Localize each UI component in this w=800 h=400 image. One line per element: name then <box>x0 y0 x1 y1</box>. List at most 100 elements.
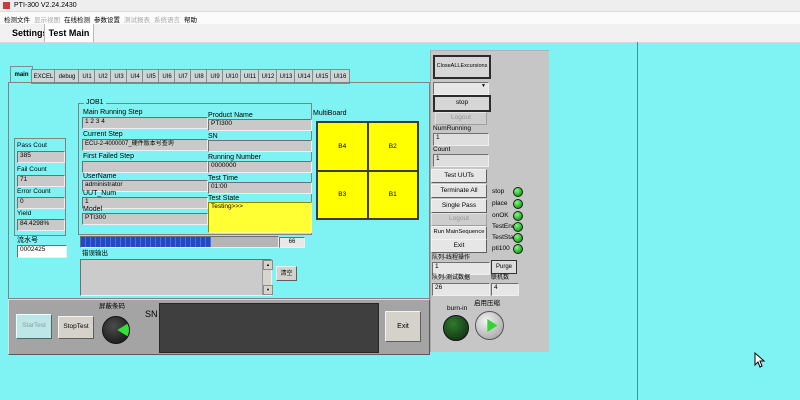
username-label: UserName <box>83 173 116 180</box>
error-output-label: 错误输出 <box>82 251 108 258</box>
queue-data-value: 26 <box>432 283 490 296</box>
compress-label: 启用压缩 <box>474 301 500 308</box>
queue-op-label: 队列-线程操作 <box>432 255 470 261</box>
pass-count-value: 385 <box>17 151 65 163</box>
error-output-list[interactable]: ▲ ▼ <box>80 259 272 296</box>
menu-item-help[interactable]: 帮助 <box>184 14 197 24</box>
play-icon <box>476 312 503 339</box>
single-pass-button[interactable]: Single Pass <box>431 199 487 213</box>
status-testend-led <box>513 222 523 232</box>
exit-sequence-button[interactable]: Exit <box>431 239 487 253</box>
board-cell-b3[interactable]: B3 <box>317 171 368 220</box>
mask-barcode-led[interactable] <box>102 316 130 344</box>
serial-input[interactable]: 0002425 <box>17 245 67 258</box>
status-testend-label: TestEnd <box>492 224 516 231</box>
online-count-value: 4 <box>491 283 519 296</box>
purge-button[interactable]: Purge <box>491 260 517 274</box>
menu-item-sys-lang[interactable]: 系统语言 <box>154 14 180 24</box>
mode-dropdown[interactable]: ▼ <box>433 82 489 95</box>
count-value: 1 <box>433 154 489 167</box>
start-test-button[interactable]: StarTest <box>16 314 52 339</box>
test-time-label: Test Time <box>208 175 238 182</box>
title-bar: PTI-300 V2.24.2430 <box>0 0 800 12</box>
tab-main[interactable]: main <box>10 66 33 83</box>
scrollbar[interactable]: ▲ ▼ <box>262 260 271 295</box>
stop-test-button[interactable]: StopTest <box>58 316 94 339</box>
test-uuts-button[interactable]: Test UUTs <box>431 169 487 183</box>
model-label: Model <box>83 206 102 213</box>
sn-field-value[interactable] <box>208 140 312 152</box>
error-count-label: Error Count <box>17 189 51 196</box>
first-failed-step-label: First Failed Step <box>83 153 134 160</box>
running-number-label: Running Number <box>208 154 261 161</box>
board-cell-b4[interactable]: B4 <box>317 122 368 171</box>
main-running-step-value: 1 2 3 4 <box>82 117 208 129</box>
error-count-value: 0 <box>17 197 65 209</box>
queue-data-label: 队列-测试数据 <box>432 275 470 281</box>
current-step-label: Current Step <box>83 131 123 138</box>
numrunning-label: NumRunning <box>433 126 471 133</box>
uut-num-label: UUT_Num <box>83 190 116 197</box>
status-stop-label: stop <box>492 189 504 196</box>
running-number-value: 0000000 <box>208 161 312 173</box>
queue-op-value: 1 <box>432 262 490 275</box>
terminate-all-button[interactable]: Terminate All <box>431 184 487 198</box>
mask-barcode-label: 屏蔽条码 <box>99 304 125 311</box>
numrunning-value: 1 <box>433 133 489 146</box>
status-pti100-label: pti100 <box>492 246 510 253</box>
window-title: PTI-300 V2.24.2430 <box>14 2 77 9</box>
job1-title: JOB1 <box>84 99 106 106</box>
menu-item-display-view[interactable]: 显示视图 <box>34 14 60 24</box>
menu-item-param-set[interactable]: 参数设置 <box>94 14 120 24</box>
status-place-label: place <box>492 201 508 208</box>
board-cell-b2[interactable]: B2 <box>368 122 419 171</box>
yield-label: Yield <box>17 211 31 218</box>
test-state-label: Test State <box>208 195 239 202</box>
status-place-led <box>513 199 523 209</box>
close-all-excursions-button[interactable]: CloseALLExcursions <box>433 55 491 79</box>
sn-caption: SN <box>145 310 158 319</box>
bottom-bar: StarTest StopTest 屏蔽条码 SN Exit <box>8 299 430 355</box>
status-pti100-led <box>513 244 523 254</box>
progress-fill <box>81 237 211 247</box>
top-tab-strip: Settings Test Main <box>0 24 800 43</box>
current-step-value: ECU-2-4000007_硬件版本号查询 <box>82 139 208 151</box>
logout-button-top[interactable]: Logout <box>435 112 487 125</box>
sn-field-label: SN <box>208 133 218 140</box>
status-onok-label: onOK <box>492 213 509 220</box>
test-state-value: Testing>>> <box>208 202 312 233</box>
clear-button[interactable]: 清空 <box>276 266 297 281</box>
board-cell-b1[interactable]: B1 <box>368 171 419 220</box>
tab-test-main[interactable]: Test Main <box>44 24 94 42</box>
test-time-value: 01:00 <box>208 182 312 194</box>
status-stop-led <box>513 187 523 197</box>
tab-test-main-label: Test Main <box>49 28 90 38</box>
window-edge-divider <box>637 42 638 400</box>
product-name-value: PTI300 <box>208 119 312 131</box>
menu-item-detect-file[interactable]: 检测文件 <box>4 14 30 24</box>
chevron-down-icon: ▼ <box>481 84 486 89</box>
menu-item-test-report[interactable]: 测试报表 <box>124 14 150 24</box>
count-label: Count <box>433 147 450 154</box>
yield-value: 84.4298% <box>17 219 65 231</box>
sn-display <box>159 303 379 353</box>
scroll-up-icon[interactable]: ▲ <box>263 260 273 270</box>
menu-item-online-test[interactable]: 在线检测 <box>64 14 90 24</box>
progress-value: 66 <box>279 237 305 248</box>
main-running-step-label: Main Running Step <box>83 109 143 116</box>
serial-label: 流水号 <box>17 237 38 244</box>
logout-button[interactable]: Logout <box>431 213 487 226</box>
mask-barcode-led-glow <box>103 317 129 343</box>
mouse-cursor <box>754 352 766 370</box>
run-mainsequence-button[interactable]: Run MainSequence <box>431 226 487 240</box>
tab-settings[interactable]: Settings <box>12 29 48 38</box>
compress-toggle-button[interactable] <box>475 311 504 340</box>
burn-in-led[interactable] <box>443 315 469 341</box>
status-teststart-led <box>513 233 523 243</box>
exit-button[interactable]: Exit <box>385 311 421 342</box>
stop-button[interactable]: stop <box>433 95 491 112</box>
first-failed-step-value <box>82 161 208 173</box>
multiboard-grid: B4 B2 B3 B1 <box>316 121 419 220</box>
app-window: PTI-300 V2.24.2430 检测文件 显示视图 在线检测 参数设置 测… <box>0 0 800 400</box>
scroll-down-icon[interactable]: ▼ <box>263 285 273 295</box>
